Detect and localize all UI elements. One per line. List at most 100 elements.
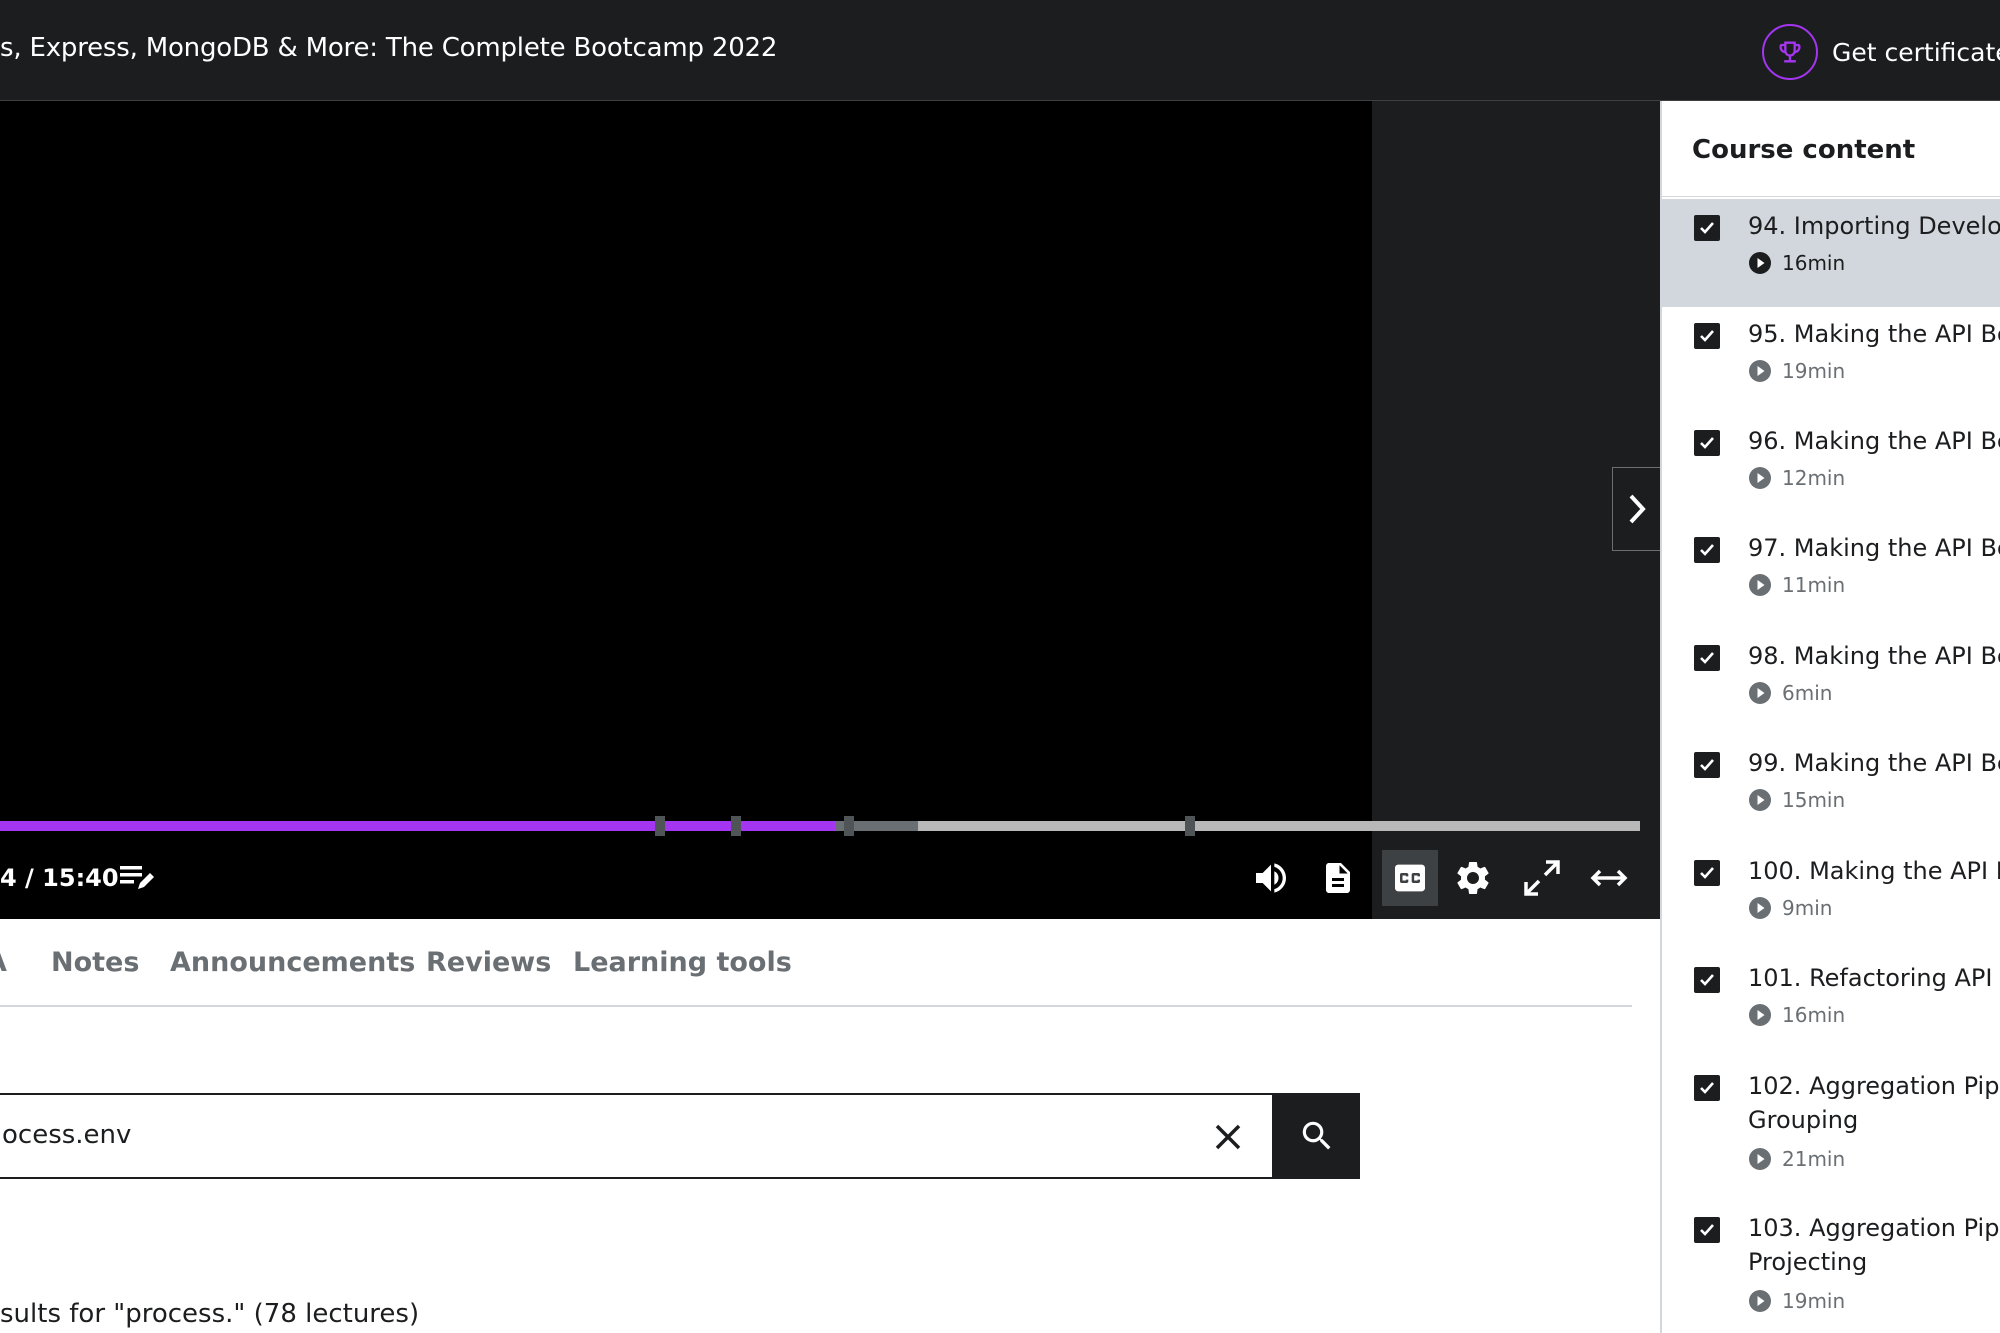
lecture-meta: 12min bbox=[1748, 466, 1845, 490]
video-canvas[interactable] bbox=[0, 101, 1372, 919]
check-icon[interactable] bbox=[1694, 645, 1720, 671]
lecture-title: 98. Making the API Bett bbox=[1748, 642, 2000, 670]
lecture-duration: 19min bbox=[1782, 359, 1846, 383]
lecture-title: 100. Making the API Be bbox=[1748, 857, 2000, 885]
progress-marker[interactable] bbox=[731, 816, 741, 836]
captions-icon[interactable] bbox=[1382, 850, 1438, 906]
lecture-title-line2: Grouping bbox=[1748, 1106, 1859, 1134]
check-icon[interactable] bbox=[1694, 1075, 1720, 1101]
lecture-duration: 21min bbox=[1782, 1147, 1846, 1171]
settings-icon[interactable] bbox=[1451, 856, 1495, 900]
play-circle-icon bbox=[1748, 1289, 1772, 1313]
check-icon[interactable] bbox=[1694, 1217, 1720, 1243]
lecture-title: 103. Aggregation Pipel bbox=[1748, 1214, 2000, 1242]
lecture-title: 96. Making the API Bett bbox=[1748, 427, 2000, 455]
get-certificate-label: Get certificate bbox=[1832, 37, 2000, 67]
search-value[interactable]: ocess.env bbox=[2, 1120, 131, 1150]
lecture-title: 94. Importing Developm bbox=[1748, 212, 2000, 240]
lecture-duration: 11min bbox=[1782, 573, 1846, 597]
lecture-meta: 19min bbox=[1748, 1289, 1845, 1313]
play-circle-icon bbox=[1748, 359, 1772, 383]
trophy-icon bbox=[1762, 24, 1818, 80]
lecture-title: 101. Refactoring API Fe bbox=[1748, 964, 2000, 992]
lecture-meta: 11min bbox=[1748, 573, 1845, 597]
lecture-item[interactable]: 95. Making the API Bett 19min bbox=[1662, 307, 2000, 414]
play-circle-icon bbox=[1748, 1003, 1772, 1027]
progress-played bbox=[0, 821, 837, 831]
tab-qa[interactable]: A bbox=[0, 947, 7, 978]
volume-icon[interactable] bbox=[1249, 856, 1293, 900]
check-icon[interactable] bbox=[1694, 537, 1720, 563]
lecture-duration: 9min bbox=[1782, 896, 1833, 920]
play-circle-icon bbox=[1748, 788, 1772, 812]
notes-edit-icon[interactable] bbox=[114, 856, 158, 900]
lecture-title: 95. Making the API Bett bbox=[1748, 320, 2000, 348]
next-lecture-button[interactable] bbox=[1612, 467, 1660, 551]
lecture-title-line2: Projecting bbox=[1748, 1248, 1868, 1276]
course-tabs: A Notes Announcements Reviews Learning t… bbox=[0, 919, 1632, 1007]
header: s, Express, MongoDB & More: The Complete… bbox=[0, 0, 2000, 101]
check-icon[interactable] bbox=[1694, 967, 1720, 993]
expand-icon[interactable] bbox=[1587, 856, 1631, 900]
progress-marker[interactable] bbox=[1185, 816, 1195, 836]
lecture-title: 102. Aggregation Pipel bbox=[1748, 1072, 2000, 1100]
tab-announcements[interactable]: Announcements bbox=[170, 947, 415, 978]
lecture-duration: 16min bbox=[1782, 251, 1846, 275]
player-controls: 4 / 15:40 bbox=[0, 846, 1660, 906]
play-circle-icon bbox=[1748, 466, 1772, 490]
transcript-icon[interactable] bbox=[1316, 856, 1360, 900]
sidebar-header: Course content bbox=[1662, 101, 2000, 197]
tab-reviews[interactable]: Reviews bbox=[426, 947, 551, 978]
lecture-duration: 19min bbox=[1782, 1289, 1846, 1313]
lecture-meta: 19min bbox=[1748, 359, 1845, 383]
chevron-right-icon bbox=[1629, 494, 1646, 524]
play-circle-icon bbox=[1748, 573, 1772, 597]
time-display: 4 / 15:40 bbox=[0, 864, 119, 892]
lecture-item[interactable]: 98. Making the API Bett 6min bbox=[1662, 629, 2000, 736]
check-icon[interactable] bbox=[1694, 323, 1720, 349]
sidebar-title: Course content bbox=[1692, 135, 1916, 165]
course-content-sidebar: Course content 94. Importing Developm 16m… bbox=[1660, 101, 2000, 1333]
lecture-meta: 15min bbox=[1748, 788, 1845, 812]
close-icon[interactable] bbox=[1208, 1117, 1248, 1157]
lecture-duration: 16min bbox=[1782, 1003, 1846, 1027]
lecture-list: 94. Importing Developm 16min 95. Making th… bbox=[1662, 199, 2000, 1333]
lecture-meta: 16min bbox=[1748, 251, 1845, 275]
lecture-meta: 6min bbox=[1748, 681, 1832, 705]
get-certificate-button[interactable]: Get certificate bbox=[1762, 22, 2000, 82]
lecture-item[interactable]: 101. Refactoring API Fe 16min bbox=[1662, 951, 2000, 1059]
progress-marker[interactable] bbox=[655, 816, 665, 836]
lecture-duration: 12min bbox=[1782, 466, 1846, 490]
lecture-item[interactable]: 99. Making the API Bett 15min bbox=[1662, 736, 2000, 844]
lecture-duration: 15min bbox=[1782, 788, 1846, 812]
search-icon bbox=[1302, 1121, 1331, 1150]
progress-marker[interactable] bbox=[844, 816, 854, 836]
lecture-duration: 6min bbox=[1782, 681, 1833, 705]
check-icon[interactable] bbox=[1694, 215, 1720, 241]
lecture-title: 97. Making the API Bett bbox=[1748, 534, 2000, 562]
play-circle-icon bbox=[1748, 1147, 1772, 1171]
tab-learning-tools[interactable]: Learning tools bbox=[573, 947, 792, 978]
fullscreen-icon[interactable] bbox=[1520, 856, 1564, 900]
search-button[interactable] bbox=[1274, 1093, 1360, 1179]
course-title[interactable]: s, Express, MongoDB & More: The Complete… bbox=[0, 33, 777, 63]
lecture-title: 99. Making the API Bett bbox=[1748, 749, 2000, 777]
lecture-item[interactable]: 100. Making the API Be 9min bbox=[1662, 844, 2000, 951]
lecture-item[interactable]: 94. Importing Developm 16min bbox=[1662, 199, 2000, 307]
lecture-item[interactable]: 97. Making the API Bett 11min bbox=[1662, 521, 2000, 629]
tab-notes[interactable]: Notes bbox=[51, 947, 139, 978]
lecture-meta: 21min bbox=[1748, 1147, 1845, 1171]
lecture-meta: 16min bbox=[1748, 1003, 1845, 1027]
search-results-summary: sults for "process." (78 lectures) bbox=[0, 1299, 420, 1329]
check-icon[interactable] bbox=[1694, 860, 1720, 886]
lecture-item[interactable]: 103. Aggregation Pipel Projecting 19min bbox=[1662, 1201, 2000, 1333]
video-player[interactable]: 4 / 15:40 bbox=[0, 101, 1660, 919]
progress-bar[interactable] bbox=[0, 816, 1640, 836]
lecture-item[interactable]: 102. Aggregation Pipel Grouping 21min bbox=[1662, 1059, 2000, 1201]
check-icon[interactable] bbox=[1694, 752, 1720, 778]
play-circle-icon bbox=[1748, 681, 1772, 705]
play-circle-icon bbox=[1748, 896, 1772, 920]
check-icon[interactable] bbox=[1694, 430, 1720, 456]
search-input[interactable]: ocess.env bbox=[0, 1093, 1274, 1179]
lecture-item[interactable]: 96. Making the API Bett 12min bbox=[1662, 414, 2000, 521]
